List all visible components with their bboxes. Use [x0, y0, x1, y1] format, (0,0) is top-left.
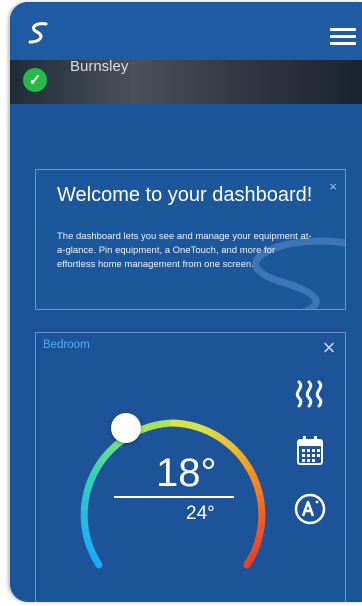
app-screen: ✓ Burnsley Welcome to your dashboard! Th… — [10, 2, 362, 602]
auto-mode-icon[interactable] — [294, 493, 326, 525]
welcome-close-button[interactable]: × — [329, 180, 337, 193]
temperature-divider — [114, 496, 234, 498]
app-header — [10, 2, 362, 62]
setpoint-temperature: 24° — [186, 503, 215, 524]
current-temperature: 18° — [156, 451, 217, 495]
schedule-calendar-icon[interactable] — [294, 434, 326, 468]
dial-handle[interactable] — [111, 413, 141, 443]
heat-icon[interactable] — [291, 379, 331, 409]
thermostat-tile: Bedroom × 18° 24° — [35, 332, 346, 602]
welcome-body: The dashboard lets you see and manage yo… — [57, 231, 312, 270]
welcome-title: Welcome to your dashboard! — [57, 184, 313, 206]
location-banner[interactable]: ✓ Burnsley — [10, 60, 362, 104]
welcome-card: Welcome to your dashboard! The dashboard… — [35, 169, 346, 310]
thermostat-close-button[interactable]: × — [317, 337, 341, 361]
check-circle-icon: ✓ — [23, 68, 47, 92]
hamburger-menu-icon[interactable] — [330, 28, 356, 46]
thermostat-name: Bedroom — [43, 339, 90, 351]
location-name: Burnsley — [70, 60, 129, 75]
swirl-logo-icon[interactable] — [26, 20, 52, 46]
